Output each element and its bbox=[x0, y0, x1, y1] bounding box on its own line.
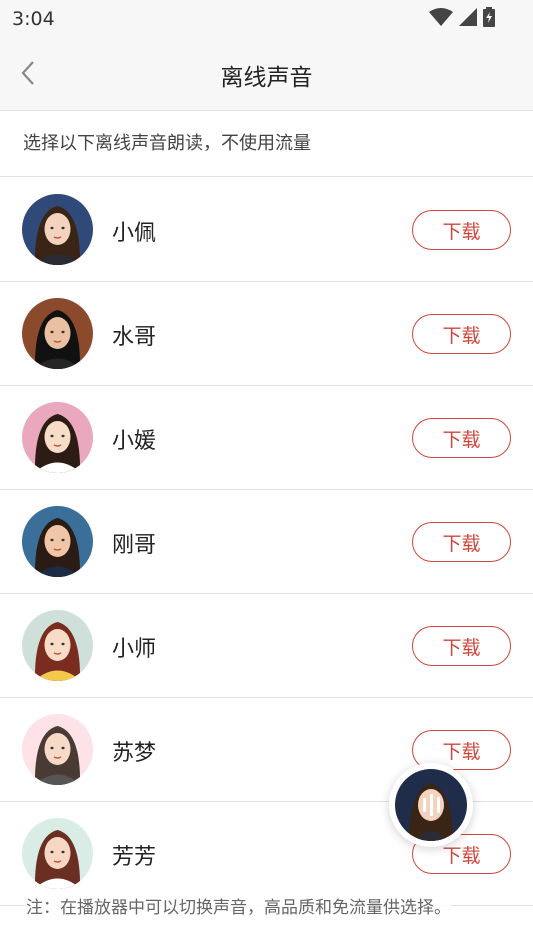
voice-avatar bbox=[22, 298, 93, 369]
voice-name: 水哥 bbox=[112, 325, 157, 350]
page-title: 离线声音 bbox=[220, 65, 313, 91]
voice-name: 小师 bbox=[112, 637, 157, 662]
cellular-signal-icon bbox=[459, 8, 477, 26]
download-button[interactable]: 下载 bbox=[412, 314, 511, 354]
offline-voice-hint: 选择以下离线声音朗读，不使用流量 bbox=[0, 111, 533, 177]
voice-row[interactable]: 刚哥 下载 bbox=[0, 490, 533, 594]
status-bar: 3:04 bbox=[0, 0, 533, 36]
download-button[interactable]: 下载 bbox=[412, 522, 511, 562]
voice-row[interactable]: 小师 下载 bbox=[0, 594, 533, 698]
wifi-icon bbox=[429, 8, 453, 26]
voice-name: 小佩 bbox=[112, 221, 157, 246]
voice-name: 小媛 bbox=[112, 429, 157, 454]
voice-avatar bbox=[22, 402, 93, 473]
voice-avatar bbox=[22, 506, 93, 577]
battery-charging-icon bbox=[483, 7, 495, 27]
voice-avatar bbox=[22, 194, 93, 265]
status-icons bbox=[429, 6, 495, 28]
voice-row[interactable]: 水哥 下载 bbox=[0, 282, 533, 386]
floating-player-button[interactable] bbox=[389, 763, 473, 847]
download-button[interactable]: 下载 bbox=[412, 418, 511, 458]
voice-avatar bbox=[22, 818, 93, 889]
download-button[interactable]: 下载 bbox=[412, 210, 511, 250]
app-bar: 离线声音 bbox=[0, 36, 533, 111]
equalizer-icon bbox=[395, 769, 467, 841]
footer-note: 注：在播放器中可以切换声音，高品质和免流量供选择。 bbox=[26, 893, 451, 918]
voice-avatar bbox=[22, 714, 93, 785]
voice-name: 苏梦 bbox=[112, 741, 157, 766]
voice-row[interactable]: 小媛 下载 bbox=[0, 386, 533, 490]
voice-name: 刚哥 bbox=[112, 533, 157, 558]
floating-player-avatar bbox=[395, 769, 467, 841]
download-button[interactable]: 下载 bbox=[412, 626, 511, 666]
voice-row[interactable]: 小佩 下载 bbox=[0, 178, 533, 282]
voice-name: 芳芳 bbox=[112, 845, 157, 870]
voice-avatar bbox=[22, 610, 93, 681]
status-time: 3:04 bbox=[12, 8, 55, 30]
